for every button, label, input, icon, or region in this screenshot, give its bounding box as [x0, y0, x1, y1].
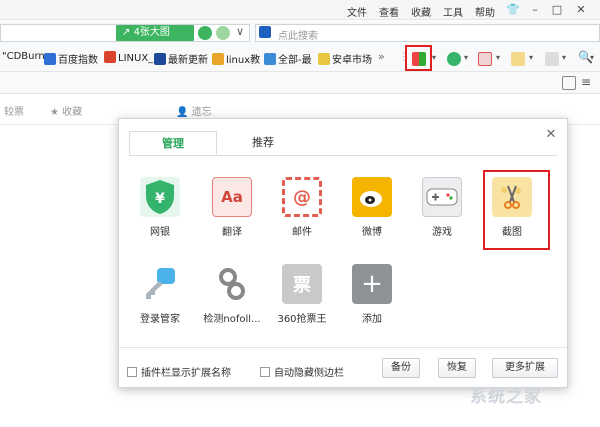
ext-nofollow[interactable]: 检测nofoll...	[203, 264, 261, 325]
secondary-toolbar: ≡	[0, 72, 600, 94]
star-icon: ★	[50, 107, 63, 118]
chevron-down-icon[interactable]: ▾	[529, 53, 533, 62]
ext-label: 检测nofoll...	[203, 314, 261, 325]
gamepad-icon	[422, 177, 462, 217]
linux-icon	[104, 51, 116, 63]
chevron-down-icon[interactable]: ▾	[464, 53, 468, 62]
bookmark-item[interactable]: LINUX_	[104, 51, 153, 64]
nine-icon	[264, 53, 276, 65]
menu-file[interactable]: 文件	[347, 4, 367, 19]
search-placeholder: 点此搜索	[278, 31, 318, 42]
divider	[129, 155, 557, 156]
screenshot-icon[interactable]	[511, 52, 525, 66]
ext-ticket[interactable]: 票 360抢票王	[273, 264, 331, 325]
ext-label: 网银	[150, 227, 170, 238]
ext-label: 游戏	[432, 227, 452, 238]
tab-recommend[interactable]: 推荐	[219, 131, 307, 155]
plus-icon: +	[352, 264, 392, 304]
shield-icon: ¥	[140, 177, 180, 217]
svg-text:¥: ¥	[155, 191, 165, 207]
ext-weibo[interactable]: 微博	[343, 177, 401, 238]
chevron-down-icon[interactable]: ▾	[562, 53, 566, 62]
bookmark-item[interactable]: 全部-最	[264, 51, 312, 66]
dialog-footer: 插件栏显示扩展名称 自动隐藏侧边栏 备份 恢复 更多扩展	[119, 347, 567, 387]
bookmark-item[interactable]: linux教	[212, 51, 260, 66]
menu-bar: 文件 查看 收藏 工具 帮助 👕 – □ ✕	[0, 0, 600, 20]
linux-tutorial-icon	[212, 53, 224, 65]
bookmark-bar: "CDBurn 百度指数 LINUX_ 最新更新 linux教 全部-最 安卓市…	[0, 45, 600, 72]
big-picture-button[interactable]: ↗ 4张大图	[116, 25, 194, 41]
minimize-button[interactable]: –	[526, 2, 544, 18]
ext-label: 添加	[362, 314, 382, 325]
big-picture-label: 4张大图	[133, 27, 170, 38]
more-extensions-button[interactable]: 更多扩展	[492, 358, 558, 378]
close-icon[interactable]: ✕	[543, 127, 559, 143]
translate-icon[interactable]	[478, 52, 492, 66]
menu-icon[interactable]: ≡	[581, 75, 591, 89]
search-engine-icon[interactable]	[259, 26, 271, 38]
menu-favorites[interactable]: 收藏	[411, 4, 431, 19]
bookmark-item[interactable]: 安卓市场	[318, 51, 372, 66]
chevron-down-icon[interactable]: ▾	[496, 53, 500, 62]
menu-tools[interactable]: 工具	[443, 4, 463, 19]
ext-label: 微博	[362, 227, 382, 238]
mail-icon: @	[282, 177, 322, 217]
ext-add[interactable]: + 添加	[343, 264, 401, 325]
ext-bank[interactable]: ¥ 网银	[131, 177, 189, 238]
chevron-down-icon[interactable]: ∨	[236, 25, 244, 38]
ext-translate[interactable]: Aa 翻译	[203, 177, 261, 238]
maximize-button[interactable]: □	[548, 2, 566, 18]
ext-game[interactable]: 游戏	[413, 177, 471, 238]
extensions-dialog: 管理 推荐 ✕ ¥ 网银 Aa 翻译 @ 邮件 微博 游戏 截图 登录管家 检测…	[118, 118, 568, 388]
ext-login-manager[interactable]: 登录管家	[131, 264, 189, 325]
more-bookmarks-icon[interactable]: »	[378, 50, 385, 63]
tab-manage[interactable]: 管理	[129, 131, 217, 155]
link-icon	[212, 264, 252, 304]
show-names-checkbox[interactable]: 插件栏显示扩展名称	[127, 364, 231, 379]
ext-label: 翻译	[222, 227, 242, 238]
checkbox-icon	[127, 367, 137, 377]
backup-button[interactable]: 备份	[382, 358, 420, 378]
ext-label: 邮件	[292, 227, 312, 238]
highlight-box-screenshot	[483, 170, 550, 250]
tab-user[interactable]: 👤 遗忘	[176, 103, 212, 118]
image-icon[interactable]	[545, 52, 559, 66]
key-icon	[140, 264, 180, 304]
restore-button[interactable]: 恢复	[438, 358, 476, 378]
bookmark-item[interactable]: 最新更新	[154, 51, 208, 66]
ext-label: 360抢票王	[277, 314, 327, 325]
tab-a[interactable]: 较票	[4, 103, 24, 118]
menu-view[interactable]: 查看	[379, 4, 399, 19]
ext-label: 登录管家	[140, 314, 180, 325]
checkbox-icon	[260, 367, 270, 377]
news-icon	[154, 53, 166, 65]
ticket-icon: 票	[282, 264, 322, 304]
auto-hide-checkbox[interactable]: 自动隐藏侧边栏	[260, 364, 344, 379]
menu-help[interactable]: 帮助	[475, 4, 495, 19]
bookmark-item[interactable]: "CDBurn	[2, 51, 45, 62]
bank-shield-icon[interactable]	[447, 52, 461, 66]
dialog-header: 管理 推荐 ✕	[119, 119, 567, 155]
address-bar: ↗ 4张大图 ∨ 点此搜索	[0, 21, 600, 45]
refresh-icon[interactable]	[216, 26, 230, 40]
highlight-box-toolbar	[405, 45, 432, 71]
speed-icon[interactable]	[198, 26, 212, 40]
watermark: 系统之家	[470, 387, 542, 407]
ext-mail[interactable]: @ 邮件	[273, 177, 331, 238]
weibo-icon	[352, 177, 392, 217]
baidu-icon	[44, 53, 56, 65]
user-icon: 👤	[176, 107, 192, 118]
chevron-down-icon[interactable]: ▾	[432, 53, 436, 62]
chevron-down-icon[interactable]: ▾	[590, 53, 594, 62]
close-window-button[interactable]: ✕	[572, 2, 590, 18]
android-icon	[318, 53, 330, 65]
search-input[interactable]: 点此搜索	[255, 24, 600, 42]
bookmark-item[interactable]: 百度指数	[44, 51, 98, 66]
translate-icon: Aa	[212, 177, 252, 217]
expand-icon: ↗	[122, 27, 134, 38]
tab-window-icon[interactable]	[562, 76, 576, 90]
skin-icon[interactable]: 👕	[504, 2, 522, 18]
tab-favorites[interactable]: ★ 收藏	[50, 103, 82, 118]
